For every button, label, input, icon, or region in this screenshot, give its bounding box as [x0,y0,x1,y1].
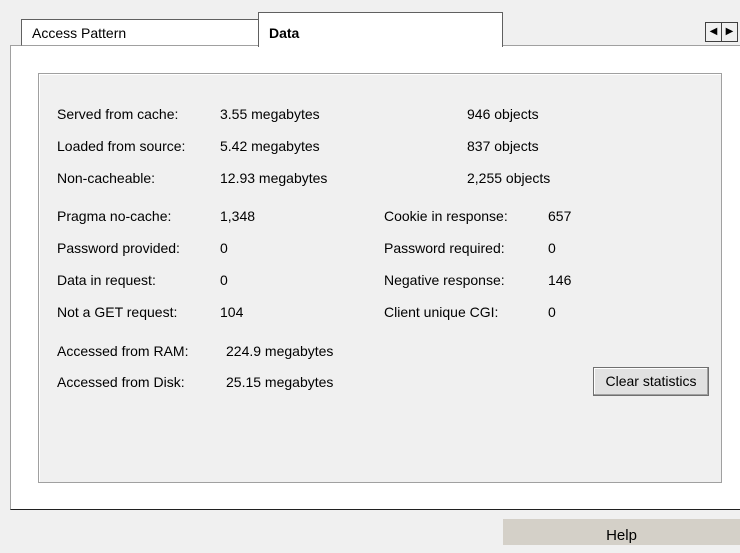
client-unique-cgi-label: Client unique CGI: [384,304,499,320]
arrow-left-icon: ◀ [709,26,718,37]
help-button[interactable]: Help [503,519,740,545]
cookie-in-response-label: Cookie in response: [384,208,508,224]
not-a-get-request-label: Not a GET request: [57,304,178,320]
served-from-cache-label: Served from cache: [57,106,179,122]
clear-statistics-button[interactable]: Clear statistics [593,367,709,396]
served-from-cache-objects: 946 objects [467,106,539,122]
data-in-request-value: 0 [220,272,228,288]
tab-access-pattern[interactable]: Access Pattern [21,19,259,46]
loaded-from-source-size: 5.42 megabytes [220,138,320,154]
cookie-in-response-value: 657 [548,208,572,224]
accessed-from-ram-value: 224.9 megabytes [226,343,334,359]
tab-scroll-left-button[interactable]: ◀ [705,22,722,42]
password-provided-label: Password provided: [57,240,180,256]
loaded-from-source-label: Loaded from source: [57,138,186,154]
password-provided-value: 0 [220,240,228,256]
arrow-right-icon: ▶ [725,26,734,37]
tab-access-pattern-label: Access Pattern [32,25,127,41]
not-a-get-request-value: 104 [220,304,244,320]
pragma-no-cache-value: 1,348 [220,208,256,224]
tab-connector [259,45,502,47]
password-required-label: Password required: [384,240,505,256]
non-cacheable-size: 12.93 megabytes [220,170,328,186]
password-required-value: 0 [548,240,556,256]
pragma-no-cache-label: Pragma no-cache: [57,208,172,224]
non-cacheable-objects: 2,255 objects [467,170,551,186]
client-unique-cgi-value: 0 [548,304,556,320]
negative-response-label: Negative response: [384,272,505,288]
negative-response-value: 146 [548,272,572,288]
accessed-from-disk-value: 25.15 megabytes [226,374,334,390]
accessed-from-ram-label: Accessed from RAM: [57,343,189,359]
accessed-from-disk-label: Accessed from Disk: [57,374,185,390]
tab-scroll-right-button[interactable]: ▶ [721,22,738,42]
data-in-request-label: Data in request: [57,272,156,288]
tab-data-label: Data [269,25,300,41]
non-cacheable-label: Non-cacheable: [57,170,156,186]
tab-data[interactable]: Data [258,12,503,47]
served-from-cache-size: 3.55 megabytes [220,106,320,122]
loaded-from-source-objects: 837 objects [467,138,539,154]
